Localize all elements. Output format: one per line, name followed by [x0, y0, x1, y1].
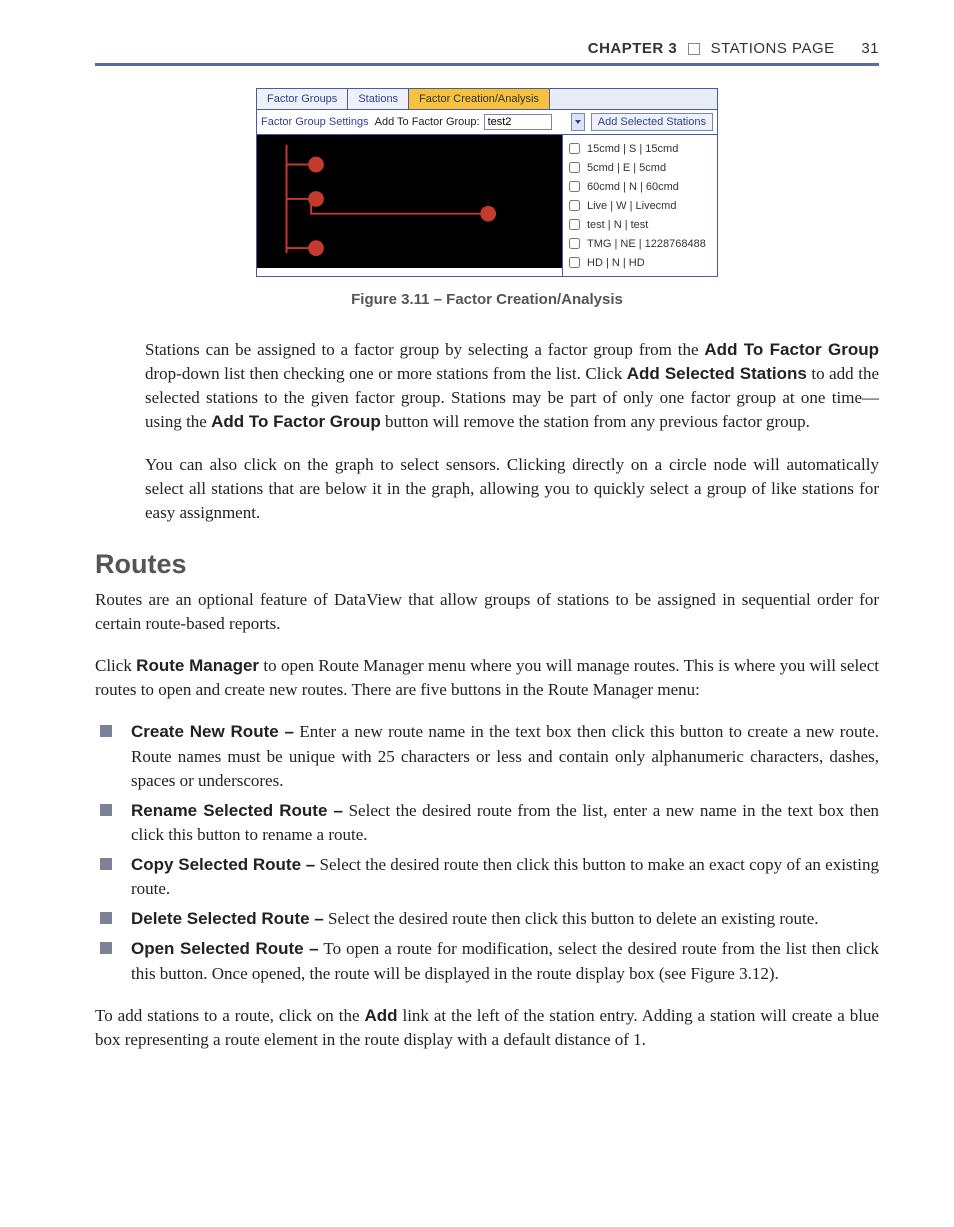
station-checkbox[interactable]	[569, 181, 580, 192]
bullet-square-icon	[100, 725, 112, 737]
station-row: 60cmd | N | 60cmd	[565, 177, 715, 196]
station-label: 5cmd | E | 5cmd	[587, 162, 666, 174]
list-item: Copy Selected Route – Select the desired…	[95, 853, 879, 901]
station-checkbox[interactable]	[569, 238, 580, 249]
bold-term: Route Manager	[136, 656, 259, 675]
list-item-title: Create New Route –	[131, 722, 294, 741]
station-checkbox[interactable]	[569, 257, 580, 268]
text: Stations can be assigned to a factor gro…	[145, 340, 704, 359]
station-row: TMG | NE | 1228768488	[565, 234, 715, 253]
list-item: Open Selected Route – To open a route fo…	[95, 937, 879, 985]
header-rule	[95, 63, 879, 66]
station-row: test | N | test	[565, 215, 715, 234]
station-label: 60cmd | N | 60cmd	[587, 181, 679, 193]
station-row: 5cmd | E | 5cmd	[565, 158, 715, 177]
paragraph: You can also click on the graph to selec…	[145, 453, 879, 525]
header-box-icon	[688, 43, 700, 55]
station-checkbox[interactable]	[569, 200, 580, 211]
section-heading-routes: Routes	[95, 549, 879, 580]
paragraph: Click Route Manager to open Route Manage…	[95, 654, 879, 702]
list-item: Delete Selected Route – Select the desir…	[95, 907, 879, 931]
station-row: Live | W | Livecmd	[565, 196, 715, 215]
paragraph: To add stations to a route, click on the…	[95, 1004, 879, 1052]
text: drop-down list then checking one or more…	[145, 364, 627, 383]
station-checkbox[interactable]	[569, 143, 580, 154]
list-item: Create New Route – Enter a new route nam…	[95, 720, 879, 792]
text: button will remove the station from any …	[381, 412, 810, 431]
list-item-title: Delete Selected Route –	[131, 909, 324, 928]
station-row: 15cmd | S | 15cmd	[565, 139, 715, 158]
tab-factor-creation-analysis[interactable]: Factor Creation/Analysis	[409, 89, 550, 109]
station-label: TMG | NE | 1228768488	[587, 238, 706, 250]
figure-screenshot: Factor Groups Stations Factor Creation/A…	[256, 88, 718, 277]
chapter-label: CHAPTER 3	[588, 40, 678, 57]
section-label: STATIONS PAGE	[711, 40, 835, 57]
station-checkbox[interactable]	[569, 219, 580, 230]
paragraph: Stations can be assigned to a factor gro…	[145, 338, 879, 435]
dropdown-arrow-icon[interactable]	[571, 113, 585, 131]
station-label: Live | W | Livecmd	[587, 200, 676, 212]
text: Click	[95, 656, 136, 675]
graph-svg	[257, 135, 562, 266]
bold-term: Add Selected Stations	[627, 364, 807, 383]
station-checkbox[interactable]	[569, 162, 580, 173]
station-label: HD | N | HD	[587, 257, 645, 269]
text: To add stations to a route, click on the	[95, 1006, 364, 1025]
station-label: test | N | test	[587, 219, 648, 231]
figure-tabs: Factor Groups Stations Factor Creation/A…	[257, 89, 717, 110]
tab-stations[interactable]: Stations	[348, 89, 409, 109]
figure-toolbar: Factor Group Settings Add To Factor Grou…	[257, 110, 717, 135]
tab-factor-groups[interactable]: Factor Groups	[257, 89, 348, 109]
bold-term: Add To Factor Group	[704, 340, 879, 359]
bold-term: Add	[364, 1006, 397, 1025]
station-list: 15cmd | S | 15cmd 5cmd | E | 5cmd 60cmd …	[562, 135, 717, 276]
paragraph: Routes are an optional feature of DataVi…	[95, 588, 879, 636]
bullet-square-icon	[100, 858, 112, 870]
list-item-title: Rename Selected Route –	[131, 801, 343, 820]
bullet-square-icon	[100, 804, 112, 816]
factor-graph[interactable]	[257, 135, 562, 268]
bullet-list: Create New Route – Enter a new route nam…	[95, 720, 879, 985]
factor-group-select[interactable]	[484, 114, 552, 130]
toolbar-link[interactable]: Factor Group Settings	[261, 116, 369, 128]
figure-caption: Figure 3.11 – Factor Creation/Analysis	[95, 291, 879, 308]
list-item: Rename Selected Route – Select the desir…	[95, 799, 879, 847]
bold-term: Add To Factor Group	[211, 412, 381, 431]
bullet-square-icon	[100, 942, 112, 954]
station-label: 15cmd | S | 15cmd	[587, 143, 678, 155]
page-number: 31	[861, 40, 879, 57]
toolbar-label: Add To Factor Group:	[375, 116, 480, 128]
list-item-title: Copy Selected Route –	[131, 855, 315, 874]
running-header: CHAPTER 3 STATIONS PAGE 31	[95, 40, 879, 57]
bullet-square-icon	[100, 912, 112, 924]
list-item-text: Select the desired route then click this…	[324, 909, 819, 928]
station-row: HD | N | HD	[565, 253, 715, 272]
add-selected-stations-button[interactable]: Add Selected Stations	[591, 113, 713, 131]
list-item-title: Open Selected Route –	[131, 939, 319, 958]
